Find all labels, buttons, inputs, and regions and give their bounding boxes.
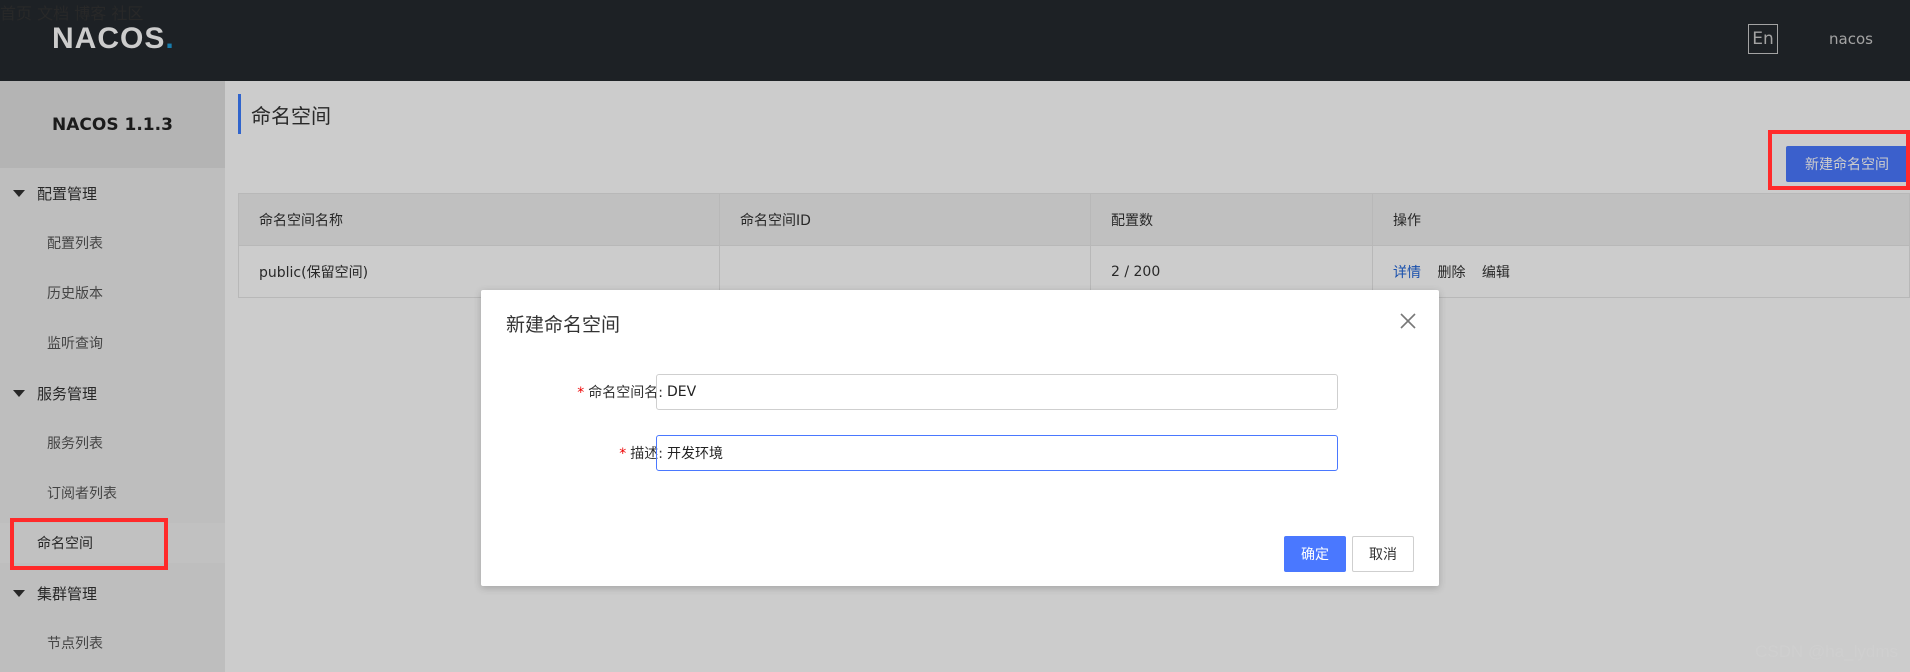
required-marker: *	[619, 446, 627, 462]
watermark: CSDN @ha_lydms	[1755, 642, 1898, 661]
dialog-title: 新建命名空间	[506, 314, 621, 336]
cancel-button[interactable]: 取消	[1352, 536, 1414, 572]
app-root: NACOS. 首页 文档 博客 社区 En nacos NACOS 1.1.3 …	[0, 0, 1910, 672]
confirm-button[interactable]: 确定	[1284, 536, 1346, 572]
highlight-box-new-button	[1768, 130, 1910, 190]
description-input[interactable]: 开发环境	[656, 435, 1338, 471]
form-row-namespace-name: * 命名空间名: DEV	[481, 374, 1439, 410]
namespace-name-input[interactable]: DEV	[656, 374, 1338, 410]
highlight-box-namespace-menu	[10, 518, 168, 570]
close-icon[interactable]	[1397, 310, 1419, 332]
required-marker: *	[577, 385, 585, 401]
form-row-description: * 描述: 开发环境	[481, 435, 1439, 471]
namespace-name-label: * 命名空间名:	[577, 385, 663, 401]
new-namespace-dialog: 新建命名空间 * 命名空间名: DEV * 描述: 开发环境 确定 取消	[481, 290, 1439, 586]
